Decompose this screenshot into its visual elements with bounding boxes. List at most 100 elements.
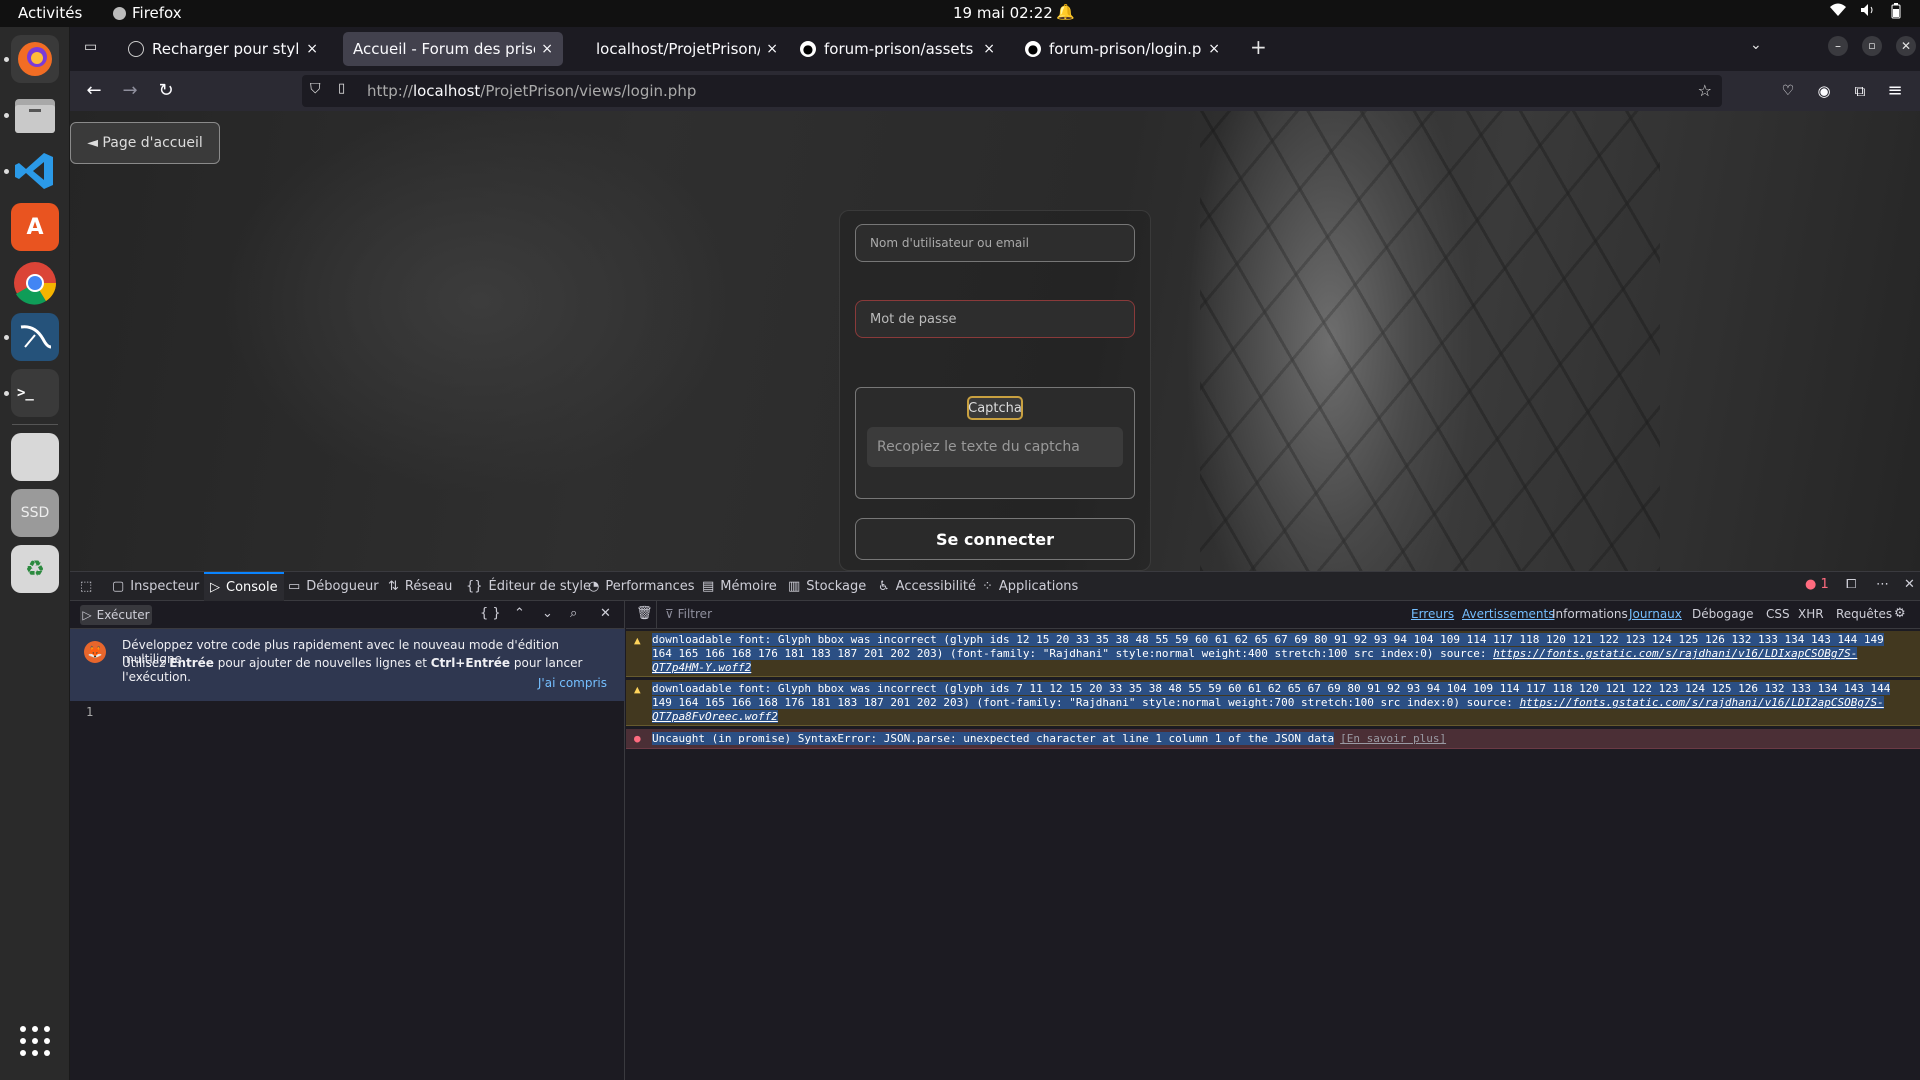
show-apps-icon[interactable] bbox=[11, 1017, 59, 1065]
url-host: localhost bbox=[412, 82, 481, 100]
tab-debogueur[interactable]: ▭ Débogueur bbox=[288, 572, 379, 601]
console-settings-icon[interactable]: ⚙ bbox=[1894, 606, 1906, 621]
filter-info[interactable]: Informations bbox=[1552, 607, 1628, 621]
console-message-warning[interactable]: ▲ downloadable font: Glyph bbox was inco… bbox=[626, 680, 1920, 726]
forward-icon[interactable]: → bbox=[118, 79, 142, 103]
close-editor-icon[interactable]: ✕ bbox=[600, 606, 611, 621]
file-manager-icon[interactable] bbox=[11, 433, 59, 481]
close-tab-icon[interactable]: × bbox=[306, 41, 318, 57]
close-tab-icon[interactable]: × bbox=[1208, 41, 1220, 57]
error-icon: ● bbox=[1805, 577, 1817, 592]
clock[interactable]: 19 mai 02:22 bbox=[953, 4, 1053, 22]
files-icon[interactable] bbox=[11, 91, 59, 139]
menu-icon[interactable]: ≡ bbox=[1883, 79, 1907, 103]
minimize-icon[interactable]: – bbox=[1828, 36, 1848, 56]
chrome-icon[interactable] bbox=[11, 259, 59, 307]
software-center-icon[interactable]: A bbox=[11, 203, 59, 251]
dock: A >_ SSD ♻ bbox=[0, 27, 70, 1080]
running-indicator bbox=[4, 335, 9, 340]
filter-warnings[interactable]: Avertissements bbox=[1462, 607, 1554, 621]
tab-forum-home[interactable]: Accueil - Forum des prisonni × bbox=[343, 32, 563, 66]
filter-requests[interactable]: Requêtes bbox=[1836, 607, 1892, 621]
chevron-down-icon[interactable]: ⌄ bbox=[1750, 37, 1762, 53]
page-icon[interactable]: ▯ bbox=[338, 81, 345, 96]
close-tab-icon[interactable]: × bbox=[541, 41, 553, 57]
notification-bell-icon[interactable]: 🔔 bbox=[1056, 3, 1075, 21]
bookmark-star-icon[interactable]: ☆ bbox=[1698, 81, 1712, 100]
tab-accessibilite[interactable]: ♿ Accessibilité bbox=[878, 572, 976, 601]
close-tab-icon[interactable]: × bbox=[766, 41, 778, 57]
ssd-drive-icon[interactable]: SSD bbox=[11, 489, 59, 537]
tab-reseau[interactable]: ⇅ Réseau bbox=[388, 572, 452, 601]
error-count-badge[interactable]: ● 1 bbox=[1805, 577, 1829, 592]
password-field[interactable]: Mot de passe bbox=[855, 300, 1135, 338]
filter-css[interactable]: CSS bbox=[1766, 607, 1790, 621]
mysql-workbench-icon[interactable] bbox=[11, 313, 59, 361]
filter-xhr[interactable]: XHR bbox=[1798, 607, 1824, 621]
navigation-bar: ← → ↻ ⛉ ▯ http://localhost/ProjetPrison/… bbox=[70, 71, 1920, 111]
url-bar[interactable]: ⛉ ▯ http://localhost/ProjetPrison/views/… bbox=[302, 75, 1722, 107]
back-icon[interactable]: ← bbox=[82, 79, 106, 103]
tab-label: Réseau bbox=[404, 579, 453, 594]
list-all-tabs-icon[interactable]: ▭ bbox=[84, 39, 97, 55]
account-icon[interactable]: ◉ bbox=[1812, 79, 1836, 103]
console-message-warning[interactable]: ▲ downloadable font: Glyph bbox was inco… bbox=[626, 631, 1920, 677]
console-message-error[interactable]: ● Uncaught (in promise) SyntaxError: JSO… bbox=[626, 729, 1920, 749]
previous-icon[interactable]: ⌃ bbox=[514, 606, 525, 621]
tab-github-login[interactable]: ● forum-prison/login.php a × bbox=[1015, 32, 1230, 66]
tab-stockage[interactable]: ▥ Stockage bbox=[788, 572, 866, 601]
console-toolbar: 🗑 ⊽ Filtrer Erreurs Avertissements Infor… bbox=[626, 601, 1920, 629]
url-text[interactable]: http://localhost/ProjetPrison/views/logi… bbox=[367, 82, 696, 100]
tab-localhost-projet[interactable]: localhost/ProjetPrison/aj × bbox=[578, 32, 788, 66]
system-tray[interactable] bbox=[1830, 3, 1902, 23]
element-picker-icon[interactable]: ⬚ bbox=[80, 572, 92, 601]
tab-inspecteur[interactable]: ▢ Inspecteur bbox=[112, 572, 199, 601]
vscode-icon[interactable] bbox=[11, 147, 59, 195]
tab-console[interactable]: ▷ Console bbox=[204, 572, 284, 601]
close-devtools-icon[interactable]: ✕ bbox=[1904, 577, 1915, 592]
terminal-icon[interactable]: >_ bbox=[11, 369, 59, 417]
devtools-toolbar: ⬚ ▢ Inspecteur ▷ Console ▭ Débogueur ⇅ Résea… bbox=[70, 571, 1920, 601]
filter-input[interactable]: ⊽ Filtrer bbox=[656, 601, 956, 628]
tab-applications[interactable]: ⁘ Applications bbox=[982, 572, 1078, 601]
dock-side-icon[interactable]: ⧠ bbox=[1846, 577, 1856, 592]
tab-label: Accessibilité bbox=[895, 579, 976, 594]
dock-separator bbox=[12, 424, 58, 425]
username-field[interactable]: Nom d'utilisateur ou email bbox=[855, 224, 1135, 262]
tab-performances[interactable]: ◔ Performances bbox=[588, 572, 695, 601]
shield-icon[interactable]: ⛉ bbox=[310, 81, 321, 97]
network-icon: ⇅ bbox=[388, 579, 399, 594]
console-output: 🗑 ⊽ Filtrer Erreurs Avertissements Infor… bbox=[626, 601, 1920, 1080]
filter-errors[interactable]: Erreurs bbox=[1411, 607, 1454, 621]
new-tab-button[interactable]: + bbox=[1250, 35, 1267, 59]
close-window-icon[interactable]: ✕ bbox=[1896, 36, 1916, 56]
maximize-icon[interactable]: ▫ bbox=[1862, 36, 1882, 56]
home-page-button[interactable]: ◄ Page d'accueil bbox=[70, 122, 220, 164]
tab-reload-css[interactable]: Recharger pour styles CS × bbox=[118, 32, 328, 66]
execute-button[interactable]: ▷ Exécuter bbox=[80, 605, 152, 625]
app-menu[interactable]: Firefox bbox=[113, 4, 182, 22]
login-button[interactable]: Se connecter bbox=[855, 518, 1135, 560]
learn-more-link[interactable]: [En savoir plus] bbox=[1340, 732, 1446, 745]
accessibility-icon: ♿ bbox=[878, 579, 890, 594]
search-icon[interactable]: ⌕ bbox=[570, 606, 577, 621]
trash-icon[interactable]: ♻ bbox=[11, 545, 59, 593]
close-tab-icon[interactable]: × bbox=[983, 41, 995, 57]
tab-editeur-de-style[interactable]: {} Éditeur de style bbox=[466, 572, 591, 601]
tab-memoire[interactable]: ▤ Mémoire bbox=[702, 572, 777, 601]
filter-logs[interactable]: Journaux bbox=[1629, 607, 1682, 621]
filter-debug[interactable]: Débogage bbox=[1692, 607, 1754, 621]
next-icon[interactable]: ⌄ bbox=[542, 606, 553, 621]
more-options-icon[interactable]: ⋯ bbox=[1876, 577, 1889, 592]
extensions-icon[interactable]: ⧉ bbox=[1848, 79, 1872, 103]
captcha-input[interactable]: Recopiez le texte du captcha bbox=[867, 427, 1123, 467]
tab-github-assets[interactable]: ● forum-prison/assets at m × bbox=[790, 32, 1005, 66]
pretty-print-icon[interactable]: { } bbox=[480, 606, 501, 621]
dismiss-notice-link[interactable]: J'ai compris bbox=[538, 676, 607, 690]
firefox-icon[interactable] bbox=[11, 35, 59, 83]
pocket-icon[interactable]: ♡ bbox=[1776, 79, 1800, 103]
activities-button[interactable]: Activités bbox=[18, 4, 82, 22]
tab-bar: ▭ Recharger pour styles CS × Accueil - F… bbox=[70, 27, 1920, 71]
clear-console-icon[interactable]: 🗑 bbox=[636, 606, 653, 621]
reload-icon[interactable]: ↻ bbox=[154, 79, 178, 103]
